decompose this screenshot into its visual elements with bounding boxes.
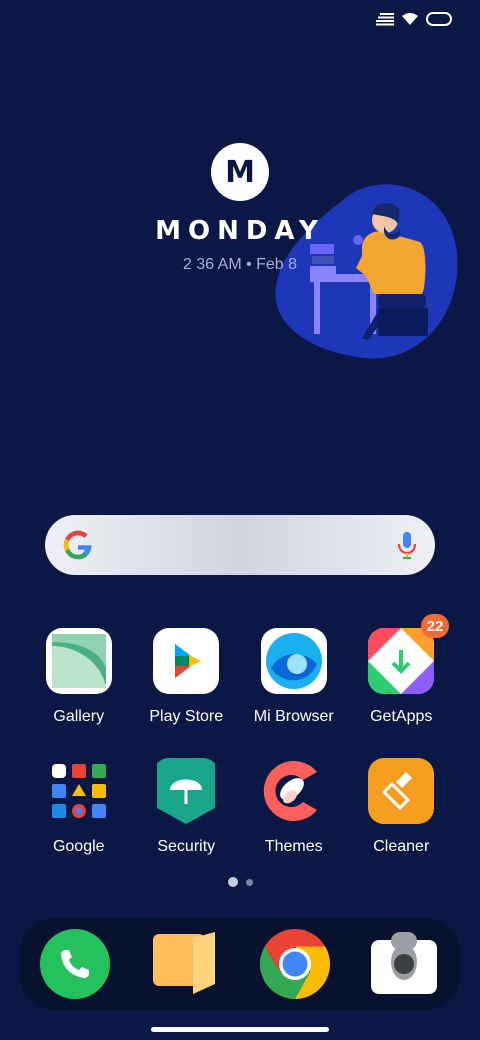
getapps-icon <box>368 628 435 694</box>
app-getapps[interactable]: 22 GetApps <box>348 614 456 726</box>
page-dot[interactable] <box>245 878 253 886</box>
app-label: Gallery <box>53 708 105 725</box>
notes-icon <box>153 932 215 994</box>
app-label: Themes <box>264 838 323 855</box>
app-row: Gallery Play Store Mi Browser 22 GetApps <box>25 614 456 726</box>
app-gallery[interactable]: Gallery <box>25 628 133 726</box>
app-cleaner[interactable]: Cleaner <box>348 758 456 856</box>
play-store-icon <box>153 628 220 694</box>
camera-app[interactable] <box>369 928 441 1000</box>
notification-badge: 22 <box>421 614 449 638</box>
app-mi-browser[interactable]: Mi Browser <box>240 628 348 726</box>
app-themes[interactable]: Themes <box>240 758 348 856</box>
app-grid: Gallery Play Store Mi Browser 22 GetApps… <box>25 614 456 888</box>
app-play-store[interactable]: Play Store <box>133 628 241 726</box>
widget-logo[interactable]: M <box>211 143 269 201</box>
mi-browser-icon <box>260 628 327 694</box>
notes-app[interactable] <box>149 928 221 1000</box>
microphone-icon[interactable] <box>397 530 417 560</box>
google-g-icon <box>63 530 92 560</box>
widget-logo-letter: M <box>225 154 255 190</box>
app-label: GetApps <box>370 708 433 725</box>
status-bar <box>376 12 452 26</box>
signal-icon <box>376 13 394 26</box>
google-search-bar[interactable] <box>45 515 435 575</box>
app-label: Google <box>52 838 105 855</box>
app-label: Mi Browser <box>253 708 334 725</box>
dock <box>20 918 460 1010</box>
page-indicator <box>0 877 480 887</box>
app-label: Play Store <box>149 708 224 725</box>
cleaner-icon <box>368 758 435 824</box>
app-google-folder[interactable]: Google <box>25 758 133 856</box>
google-folder-icon <box>46 758 112 824</box>
gallery-icon <box>45 628 112 694</box>
app-label: Security <box>157 838 216 855</box>
wifi-icon <box>402 13 418 25</box>
themes-icon <box>261 758 327 824</box>
weekday-label: MONDAY <box>155 216 325 246</box>
time-date-label: 2 36 AM • Feb 8 <box>182 256 298 273</box>
phone-app[interactable] <box>39 928 111 1000</box>
home-indicator-bar[interactable] <box>151 1027 329 1032</box>
app-label: Cleaner <box>373 838 430 855</box>
camera-icon <box>371 932 437 994</box>
phone-icon <box>40 929 110 999</box>
page-dot-active[interactable] <box>227 877 238 887</box>
battery-icon <box>426 12 452 26</box>
security-icon <box>153 758 219 824</box>
app-security[interactable]: Security <box>133 758 241 856</box>
app-row: Google Security Themes Cleaner <box>25 758 455 856</box>
chrome-app[interactable] <box>259 928 331 1000</box>
chrome-icon <box>260 929 330 999</box>
